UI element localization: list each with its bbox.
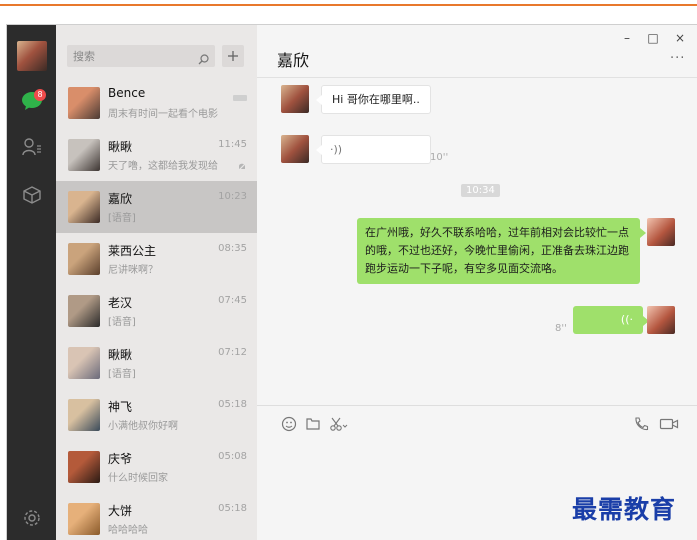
incoming-text-bubble[interactable]: Hi 哥你在哪里啊.. [316, 85, 431, 114]
my-message-avatar[interactable] [647, 218, 675, 246]
contact-avatar [68, 399, 100, 431]
voice-wave-icon: ·)) [330, 143, 343, 156]
incoming-voice-bubble[interactable]: ·)) [316, 135, 431, 164]
settings-gear-icon[interactable] [23, 509, 41, 531]
conversation-item[interactable]: 莱西公主 08:35 尼讲咪啊？ [56, 233, 257, 285]
contact-avatar [68, 295, 100, 327]
voice-duration: 8'' [555, 323, 567, 334]
contact-avatar [68, 87, 100, 119]
conversation-item[interactable]: Bence 周末有时间一起看个电影 [56, 77, 257, 129]
contacts-icon[interactable] [20, 135, 44, 159]
contact-name: Bence [108, 86, 146, 100]
mute-bell-icon [237, 157, 247, 176]
message-time: 07:12 [218, 347, 247, 358]
message-preview: 天了噜，这都给我发现给... [108, 161, 218, 172]
add-chat-button[interactable] [222, 45, 244, 67]
contact-name: 大饼 [108, 504, 133, 518]
sender-avatar[interactable] [281, 135, 309, 163]
contact-name: 庆爷 [108, 452, 133, 466]
message-preview: [语音] [108, 213, 136, 224]
conversation-item[interactable]: 大饼 05:18 哈哈哈哈 [56, 493, 257, 540]
input-divider [257, 405, 697, 406]
contact-avatar [68, 139, 100, 171]
folder-icon[interactable] [305, 416, 321, 436]
my-avatar[interactable] [17, 41, 47, 71]
message-time: 07:45 [218, 295, 247, 306]
conversation-item-active[interactable]: 嘉欣 10:23 [语音] [56, 181, 257, 233]
nav-rail: 8 [7, 25, 56, 540]
mute-icon [233, 87, 247, 106]
message-preview: 小满他叔你好啊 [108, 421, 178, 432]
message-time: 08:35 [218, 243, 247, 254]
conversation-item[interactable]: 老汉 07:45 [语音] [56, 285, 257, 337]
sender-avatar[interactable] [281, 85, 309, 113]
minimize-button[interactable]: – [620, 31, 634, 45]
browser-accent-line [0, 4, 697, 6]
contact-name: 嘉欣 [108, 192, 133, 206]
search-input[interactable] [73, 45, 193, 67]
conversation-list-panel: Bence 周末有时间一起看个电影 瞅瞅 11:45 天了噜，这都给我发现给..… [56, 25, 257, 540]
voice-duration: 10'' [430, 152, 449, 163]
plus-icon [228, 51, 238, 61]
wechat-window: 8 Bence 周末有时间一起看个电影 [6, 24, 697, 540]
outgoing-voice-bubble[interactable]: ((· [573, 306, 649, 334]
watermark-logo: 最需教育 [572, 495, 677, 524]
chat-title: 嘉欣 [277, 51, 310, 70]
contact-avatar [68, 347, 100, 379]
maximize-button[interactable]: □ [646, 31, 660, 45]
voice-call-icon[interactable] [633, 416, 649, 436]
message-time: 10:23 [218, 191, 247, 202]
message-preview: 哈哈哈哈 [108, 525, 148, 536]
message-time: 05:18 [218, 503, 247, 514]
contact-avatar [68, 191, 100, 223]
chat-timestamp: 10:34 [461, 184, 500, 197]
conversation-item[interactable]: 神飞 05:18 小满他叔你好啊 [56, 389, 257, 441]
outgoing-text-bubble[interactable]: 在广州哦，好久不联系哈哈，过年前相对会比较忙一点的哦，不过也还好，今晚忙里偷闲，… [357, 218, 646, 284]
message-preview: 周末有时间一起看个电影 [108, 109, 218, 120]
contact-name: 神飞 [108, 400, 133, 414]
message-preview: [语音] [108, 369, 136, 380]
video-call-icon[interactable] [659, 416, 679, 436]
message-preview: 尼讲咪啊？ [108, 265, 158, 276]
contact-name: 瞅瞅 [108, 348, 133, 362]
unread-badge: 8 [34, 89, 46, 101]
message-time: 11:45 [218, 139, 247, 150]
search-box [67, 45, 215, 67]
message-time: 05:18 [218, 399, 247, 410]
contact-avatar [68, 451, 100, 483]
close-button[interactable]: × [673, 31, 687, 45]
contact-name: 瞅瞅 [108, 140, 133, 154]
favorites-box-icon[interactable] [20, 183, 44, 207]
message-preview: 什么时候回家 [108, 473, 168, 484]
chat-pane: – □ × 嘉欣 ··· Hi 哥你在哪里啊.. ·)) 10'' 10:34 … [257, 25, 697, 540]
contact-avatar [68, 503, 100, 535]
conversation-list: Bence 周末有时间一起看个电影 瞅瞅 11:45 天了噜，这都给我发现给..… [56, 77, 257, 540]
conversation-item[interactable]: 瞅瞅 07:12 [语音] [56, 337, 257, 389]
contact-name: 莱西公主 [108, 244, 157, 258]
more-options-button[interactable]: ··· [670, 51, 685, 66]
my-message-avatar[interactable] [647, 306, 675, 334]
message-preview: [语音] [108, 317, 136, 328]
conversation-item[interactable]: 瞅瞅 11:45 天了噜，这都给我发现给... [56, 129, 257, 181]
voice-wave-icon: ((· [620, 313, 633, 326]
conversation-item[interactable]: 庆爷 05:08 什么时候回家 [56, 441, 257, 493]
emoji-icon[interactable] [281, 416, 297, 436]
message-time: 05:08 [218, 451, 247, 462]
search-icon[interactable] [198, 50, 209, 69]
header-divider [257, 77, 697, 78]
contact-name: 老汉 [108, 296, 133, 310]
screenshot-scissors-icon[interactable] [329, 416, 349, 436]
contact-avatar [68, 243, 100, 275]
